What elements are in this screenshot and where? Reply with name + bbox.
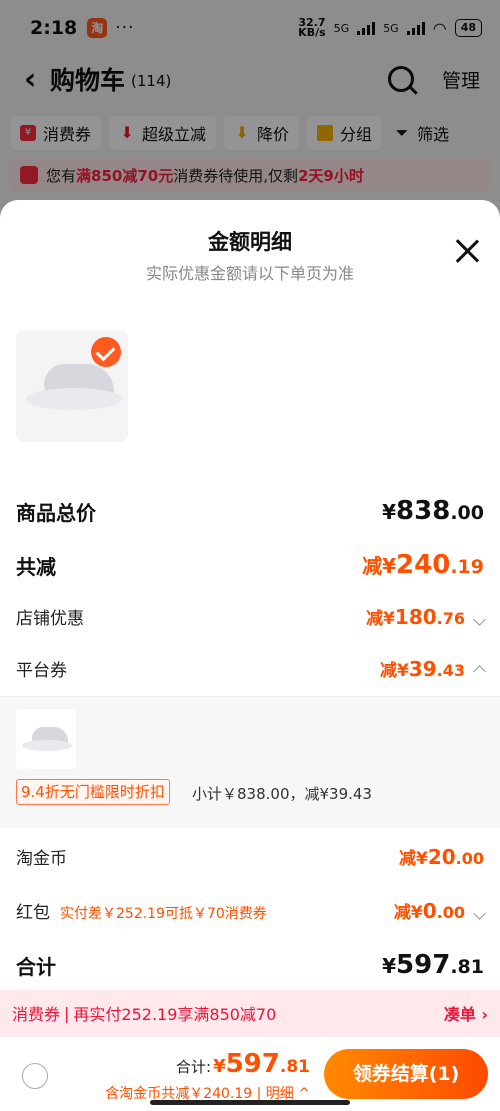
row-sum: 合计 ¥597.81 [16,950,484,980]
platform-coupon-value: 减¥ 39.43 [380,656,486,681]
close-icon[interactable] [454,238,480,264]
sheet-subtitle: 实际优惠金额请以下单页为准 [145,264,354,283]
sum-value: ¥597.81 [382,950,484,980]
row-total-reduction: 共减 减¥ 240.19 [16,550,484,580]
detail-subtotal: 小计￥838.00，减¥39.43 [192,785,372,803]
selected-check-icon[interactable] [91,337,121,367]
row-platform-coupon[interactable]: 平台券 减¥ 39.43 [16,656,486,681]
row-shop-discount[interactable]: 店铺优惠 减¥ 180.76 [16,604,486,629]
total-price-value: ¥838.00 [382,496,484,526]
platform-coupon-detail: 9.4折无门槛限时折扣 小计￥838.00，减¥39.43 [0,696,500,828]
taobao-coins-value: 减¥ 20.00 [398,845,484,869]
footer-total: 合计: ¥597.81 [176,1049,310,1079]
red-packet-note: 实付差￥252.19可抵￥70消费券 [60,906,267,922]
detail-product-thumbnail [16,709,76,769]
total-reduction-value: 减¥ 240.19 [362,550,484,580]
home-indicator[interactable] [150,1100,350,1105]
row-red-packet[interactable]: 红包 实付差￥252.19可抵￥70消费券 减¥ 0.00 [16,898,486,923]
shop-discount-value: 减¥ 180.76 [366,604,486,629]
checkout-button[interactable]: 领券结算(1) [324,1049,488,1099]
select-all-radio[interactable] [22,1063,48,1089]
add-items-link[interactable]: 凑单 › [444,1001,488,1025]
chevron-down-icon [473,907,486,920]
shoe-image [22,360,122,412]
chevron-up-icon [473,665,486,678]
coupon-promo-bar[interactable]: 消费券 | 再实付252.19享满850减70 凑单 › [0,990,500,1036]
chevron-down-icon [473,613,486,626]
amount-detail-sheet: 金额明细 实际优惠金额请以下单页为准 商品总价 ¥838.00 共减 减¥ 240… [0,200,500,1111]
row-total-price: 商品总价 ¥838.00 [16,496,484,526]
row-taobao-coins: 淘金币 减¥ 20.00 [16,845,484,869]
discount-tag: 9.4折无门槛限时折扣 [16,779,170,805]
sheet-title: 金额明细 [208,230,292,254]
red-packet-value: 减¥ 0.00 [394,898,486,923]
